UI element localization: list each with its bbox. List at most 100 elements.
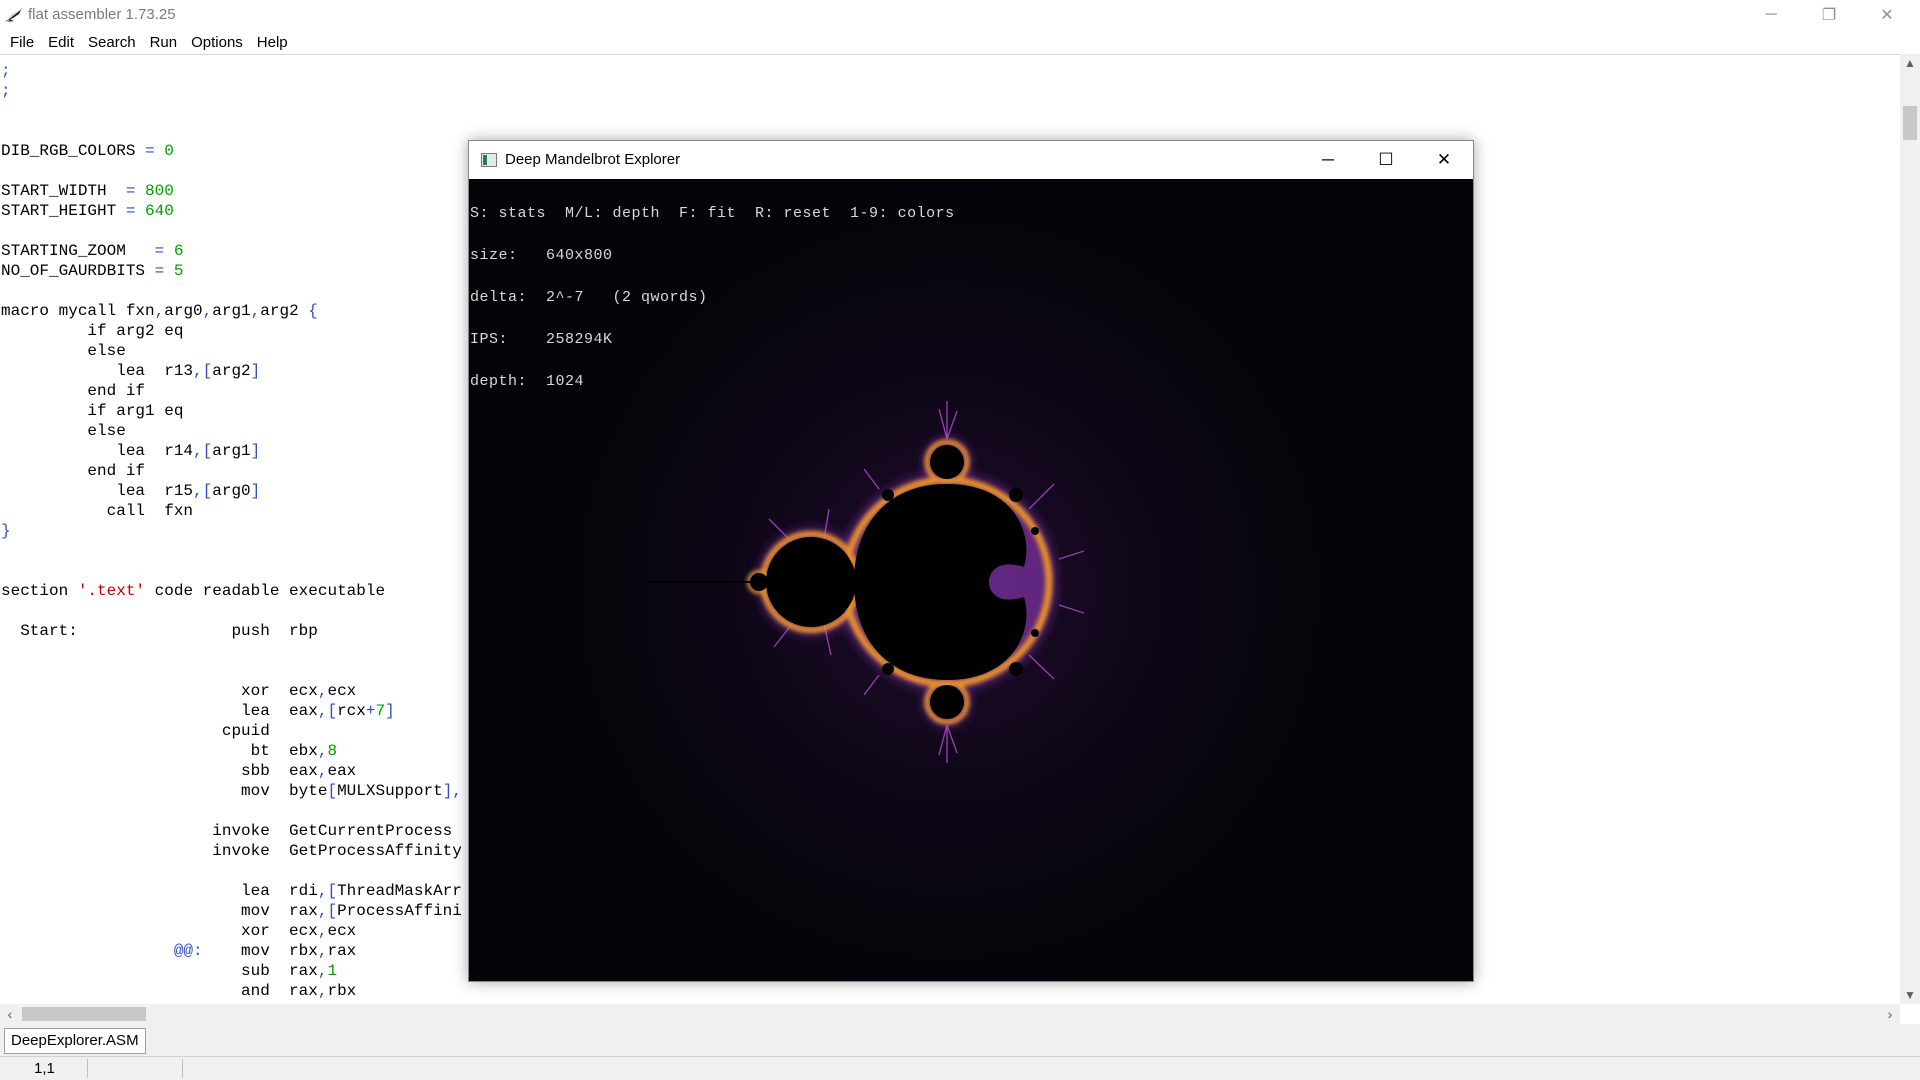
code-token: and rax [1, 982, 318, 1000]
maximize-icon: ☐ [1378, 150, 1394, 169]
code-token: lea r13 [1, 362, 194, 380]
vertical-scroll-thumb[interactable] [1903, 106, 1917, 140]
code-token: NO_OF_GAURDBITS [1, 262, 155, 280]
code-line: mov rax,[ProcessAffini [1, 901, 462, 921]
code-token: 640 [145, 202, 174, 220]
code-token: lea r15 [1, 482, 194, 500]
code-token: lea rdi [1, 882, 318, 900]
code-token: MULXSupport [337, 782, 443, 800]
code-line: Start: push rbp [1, 621, 318, 641]
code-token: code readable executable [145, 582, 386, 600]
help-line: S: stats M/L: depth F: fit R: reset 1-9:… [470, 205, 955, 222]
code-line: lea rdi,[ThreadMaskArr [1, 881, 462, 901]
code-token: rax [327, 942, 357, 960]
code-token: cpuid [1, 722, 270, 740]
ips-stat: IPS: 258294K [470, 331, 613, 348]
code-line: mov byte[MULXSupport], [1, 781, 462, 801]
code-line: STARTING_ZOOM = 6 [1, 241, 183, 261]
code-line: bt ebx,8 [1, 741, 337, 761]
minimize-icon: ─ [1321, 150, 1335, 169]
code-line: and rax,rbx [1, 981, 356, 1001]
scroll-down-icon[interactable]: ▼ [1900, 986, 1920, 1004]
code-token: rcx [337, 702, 366, 720]
menu-file[interactable]: File [4, 34, 42, 51]
code-token: ,[ [317, 702, 338, 720]
depth-stat: depth: 1024 [470, 373, 585, 390]
code-token: mov rax [1, 902, 318, 920]
mandelbrot-window-title: Deep Mandelbrot Explorer [505, 151, 681, 168]
code-token: arg1 [212, 442, 251, 460]
tab-deepexplorer[interactable]: DeepExplorer.ASM [4, 1028, 146, 1054]
code-token: @@: [173, 942, 203, 960]
code-token: ,[ [317, 882, 338, 900]
code-token: invoke GetProcessAffinity [1, 842, 462, 860]
code-token: mov byte [1, 782, 328, 800]
mandelbrot-titlebar[interactable]: Deep Mandelbrot Explorer ─ ☐ ✕ [469, 141, 1473, 179]
menu-search[interactable]: Search [82, 34, 144, 51]
close-button[interactable]: ✕ [1858, 0, 1916, 30]
code-token: ecx [327, 682, 357, 700]
fasm-feather-icon [5, 8, 22, 22]
code-line: lea eax,[rcx+7] [1, 701, 395, 721]
code-line: START_WIDTH = 800 [1, 181, 174, 201]
mandelbrot-close-button[interactable]: ✕ [1415, 141, 1473, 179]
code-line: macro mycall fxn,arg0,arg1,arg2 { [1, 301, 318, 321]
code-line: ; [1, 81, 11, 101]
delta-stat: delta: 2^-7 (2 qwords) [470, 289, 708, 306]
vertical-scrollbar[interactable]: ▲ ▼ [1900, 54, 1920, 1004]
restore-button[interactable]: ❐ [1800, 0, 1858, 30]
code-token: lea r14 [1, 442, 194, 460]
code-token: 800 [145, 182, 174, 200]
code-token: arg0 [164, 302, 203, 320]
mandelbrot-window[interactable]: Deep Mandelbrot Explorer ─ ☐ ✕ S: stats … [468, 140, 1474, 982]
horizontal-scroll-thumb[interactable] [22, 1007, 146, 1021]
menu-edit[interactable]: Edit [42, 34, 82, 51]
minimize-button[interactable]: ─ [1742, 0, 1800, 30]
code-token: if arg2 eq [1, 322, 184, 340]
code-token: = [145, 142, 155, 160]
menu-run[interactable]: Run [144, 34, 186, 51]
code-line: end if [1, 381, 145, 401]
code-line: sbb eax,eax [1, 761, 356, 781]
menu-help[interactable]: Help [251, 34, 296, 51]
code-token: 1 [327, 962, 338, 980]
status-cell [92, 1059, 183, 1078]
scroll-right-icon[interactable]: › [1880, 1004, 1900, 1024]
code-token: [ [327, 782, 338, 800]
horizontal-scrollbar[interactable]: ‹ › [0, 1004, 1900, 1024]
code-line: NO_OF_GAURDBITS = 5 [1, 261, 183, 281]
code-token: DIB_RGB_COLORS [1, 142, 146, 160]
code-token: else [1, 342, 126, 360]
code-line: lea r13,[arg2] [1, 361, 260, 381]
size-stat: size: 640x800 [470, 247, 613, 264]
code-line: DIB_RGB_COLORS = 0 [1, 141, 174, 161]
code-token: lea eax [1, 702, 318, 720]
code-token: rbx [327, 982, 357, 1000]
mandelbrot-minimize-button[interactable]: ─ [1299, 141, 1357, 179]
code-line: if arg1 eq [1, 401, 183, 421]
code-line: @@: mov rbx,rax [1, 941, 356, 961]
code-token: ecx [327, 922, 357, 940]
close-icon: ✕ [1436, 150, 1452, 169]
menu-options[interactable]: Options [185, 34, 251, 51]
code-token: '.text' [77, 582, 146, 600]
scroll-left-icon[interactable]: ‹ [0, 1004, 20, 1024]
code-token: ProcessAffini [337, 902, 462, 920]
cursor-position: 1,1 [4, 1059, 88, 1078]
code-token: ThreadMaskArr [337, 882, 462, 900]
fractal-canvas[interactable]: S: stats M/L: depth F: fit R: reset 1-9:… [469, 179, 1473, 981]
app-titlebar: flat assembler 1.73.25 ─ ❐ ✕ [0, 0, 1920, 30]
code-token: ] [385, 702, 395, 720]
code-token: arg1 [212, 302, 251, 320]
code-token: 8 [327, 742, 338, 760]
code-token: START_HEIGHT [1, 202, 126, 220]
code-token: ,[ [317, 902, 338, 920]
code-token: else [1, 422, 126, 440]
scroll-up-icon[interactable]: ▲ [1900, 54, 1920, 72]
mandelbrot-maximize-button[interactable]: ☐ [1357, 141, 1415, 179]
code-line: START_HEIGHT = 640 [1, 201, 174, 221]
